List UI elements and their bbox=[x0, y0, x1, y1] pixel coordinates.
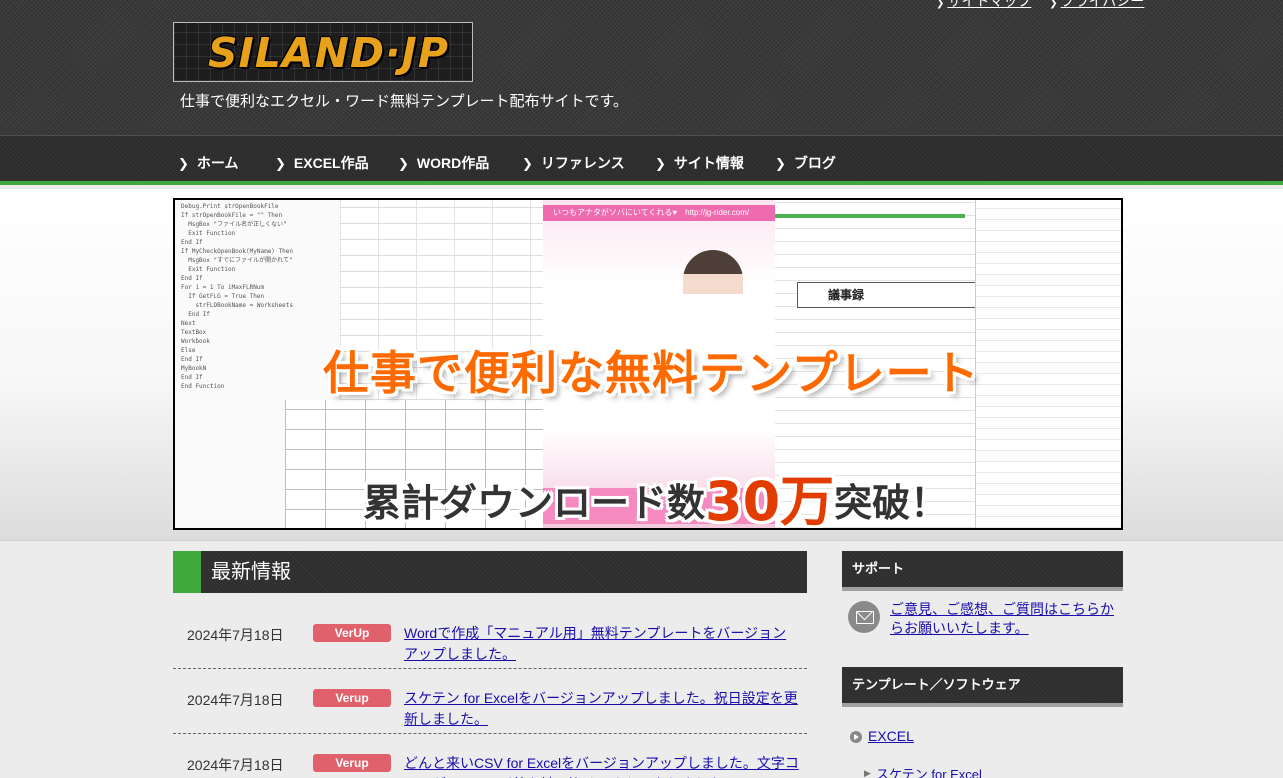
nav-item-blog[interactable]: ❯ ブログ bbox=[775, 153, 836, 173]
news-date: 2024年7月18日 bbox=[187, 627, 284, 643]
chevron-right-icon: ❯ bbox=[178, 156, 189, 171]
news-link[interactable]: Wordで作成「マニュアル用」無料テンプレートをバージョンアップしました。 bbox=[404, 623, 799, 665]
site-logo[interactable]: SILAND·JP bbox=[173, 22, 473, 82]
chevron-right-icon: ❯ bbox=[522, 156, 533, 171]
nav-item-word[interactable]: ❯ WORD作品 bbox=[398, 153, 489, 173]
category-excel-link[interactable]: EXCEL bbox=[868, 728, 914, 744]
hero-doc-label: 議事録 bbox=[797, 282, 977, 308]
news-date: 2024年7月18日 bbox=[187, 757, 284, 773]
news-list: 2024年7月18日 VerUp Wordで作成「マニュアル用」無料テンプレート… bbox=[173, 604, 807, 778]
main-nav: ❯ ホーム ❯ EXCEL作品 ❯ WORD作品 ❯ リファレンス ❯ サイト情報 ❯ ブロ… bbox=[0, 135, 1283, 185]
nav-item-excel[interactable]: ❯ EXCEL作品 bbox=[275, 153, 369, 173]
nav-item-site-info[interactable]: ❯ サイト情報 bbox=[655, 153, 744, 173]
hero-green-bar bbox=[775, 214, 965, 218]
support-heading: サポート bbox=[842, 551, 1123, 591]
nav-item-home[interactable]: ❯ ホーム bbox=[178, 153, 239, 173]
news-badge: Verup bbox=[313, 689, 391, 707]
nav-item-reference[interactable]: ❯ リファレンス bbox=[522, 153, 625, 173]
news-badge: Verup bbox=[313, 754, 391, 772]
hero-banner[interactable]: Debug.Print strOpenBookFile If strOpenBo… bbox=[173, 198, 1123, 530]
download-count: 30万 bbox=[705, 470, 835, 530]
logo-text: SILAND·JP bbox=[208, 29, 449, 77]
news-item: 2024年7月18日 VerUp Wordで作成「マニュアル用」無料テンプレート… bbox=[173, 604, 807, 669]
news-item: 2024年7月18日 Verup どんと来いCSV for Excelをバージョ… bbox=[173, 734, 807, 778]
mail-icon bbox=[848, 601, 880, 633]
triangle-right-icon: ▶ bbox=[864, 768, 871, 778]
privacy-link[interactable]: プライバシー bbox=[1061, 0, 1145, 9]
play-circle-icon bbox=[850, 731, 862, 743]
chevron-right-icon: ❯ bbox=[275, 156, 286, 171]
chevron-right-icon: ❯ bbox=[655, 156, 666, 171]
news-section-title: 最新情報 bbox=[173, 551, 807, 593]
sitemap-link[interactable]: サイトマップ bbox=[947, 0, 1031, 9]
sukete-excel-link[interactable]: スケテン for Excel bbox=[876, 764, 982, 778]
site-header: ❯ サイトマップ ❯ プライバシー SILAND·JP 仕事で便利なエクセル・ワード… bbox=[0, 0, 1283, 135]
flyer-banner: いつもアナタがソバにいてくれる♥ http://jg-rider.com/ bbox=[543, 205, 775, 221]
hero-bg-rules bbox=[975, 200, 1121, 528]
news-badge: VerUp bbox=[313, 624, 391, 642]
news-link[interactable]: どんと来いCSV for Excelをバージョンアップしました。文字コードがSh… bbox=[404, 753, 799, 778]
top-links: ❯ サイトマップ ❯ プライバシー bbox=[936, 0, 1158, 11]
support-contact-link[interactable]: ご意見、ご感想、ご質問はこちらからお願いいたします。 bbox=[890, 600, 1115, 638]
hero-subheadline: 累計ダウンロード数30万突破！ bbox=[363, 457, 948, 530]
chevron-right-icon: ❯ bbox=[1049, 0, 1058, 9]
hero-headline: 仕事で便利な無料テンプレート bbox=[323, 346, 980, 400]
news-date: 2024年7月18日 bbox=[187, 692, 284, 708]
chevron-right-icon: ❯ bbox=[398, 156, 409, 171]
news-link[interactable]: スケテン for Excelをバージョンアップしました。祝日設定を更新しました。 bbox=[404, 688, 799, 730]
chevron-right-icon: ❯ bbox=[775, 156, 786, 171]
site-tagline: 仕事で便利なエクセル・ワード無料テンプレート配布サイトです。 bbox=[180, 93, 629, 110]
news-item: 2024年7月18日 Verup スケテン for Excelをバージョンアップ… bbox=[173, 669, 807, 734]
templates-heading: テンプレート／ソフトウェア bbox=[842, 667, 1123, 707]
chevron-right-icon: ❯ bbox=[936, 0, 945, 9]
